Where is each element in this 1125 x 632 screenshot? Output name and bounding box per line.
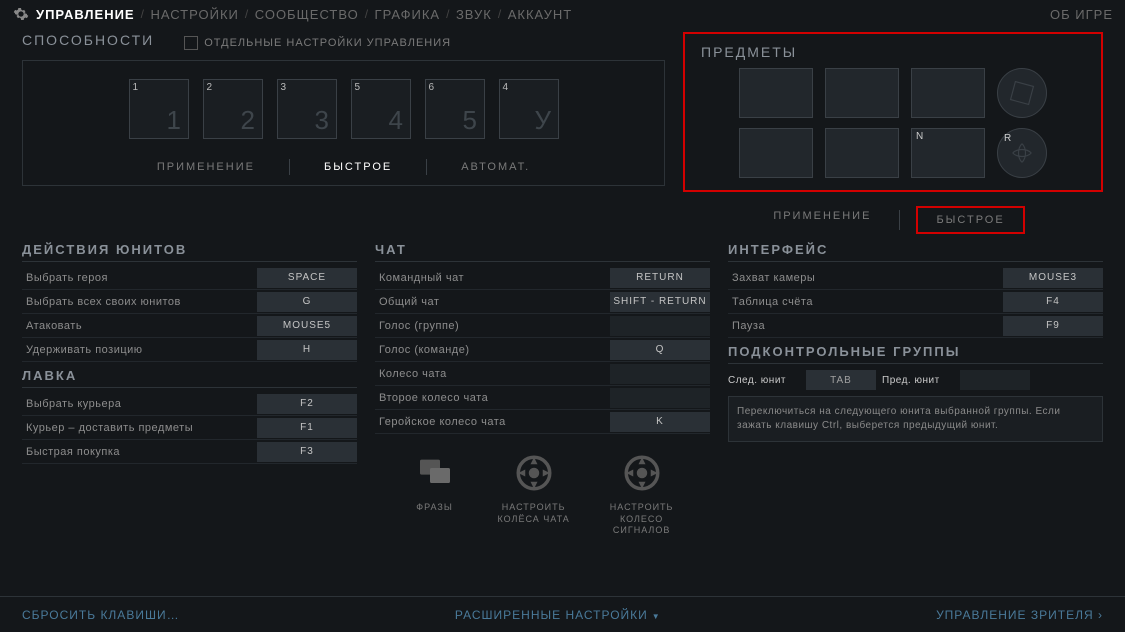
abilities-title: СПОСОБНОСТИ	[22, 32, 154, 48]
nav-tab-account[interactable]: АККАУНТ	[508, 7, 573, 22]
bind-row: Голос (группе)	[375, 314, 710, 338]
keybind-input[interactable]: MOUSE3	[1003, 268, 1103, 288]
ability-mode-quick[interactable]: БЫСТРОЕ	[312, 157, 404, 177]
bind-row: Геройское колесо чатаK	[375, 410, 710, 434]
bind-row: Выбрать герояSPACE	[22, 266, 357, 290]
next-unit-label: След. юнит	[728, 375, 800, 386]
nav-tab-about[interactable]: ОБ ИГРЕ	[1050, 7, 1113, 22]
item-mode-quick[interactable]: БЫСТРОЕ	[916, 206, 1024, 234]
item-slot-3[interactable]	[911, 68, 985, 118]
bind-row: Колесо чата	[375, 362, 710, 386]
control-groups-hint: Переключиться на следующего юнита выбран…	[728, 396, 1103, 442]
item-slot-5[interactable]	[825, 128, 899, 178]
item-slot-4[interactable]	[739, 128, 813, 178]
bind-row: Захват камерыMOUSE3	[728, 266, 1103, 290]
ability-mode-auto[interactable]: АВТОМАТ.	[449, 157, 542, 177]
bind-row: АтаковатьMOUSE5	[22, 314, 357, 338]
nav-tab-sound[interactable]: ЗВУК	[456, 7, 492, 22]
chat-title: ЧАТ	[375, 242, 710, 262]
wheel-icon	[619, 450, 665, 496]
gear-icon[interactable]	[12, 5, 30, 23]
footer: СБРОСИТЬ КЛАВИШИ… РАСШИРЕННЫЕ НАСТРОЙКИ▼…	[0, 596, 1125, 632]
ability-slot-3[interactable]: 33	[277, 79, 337, 139]
ability-slot-5[interactable]: 65	[425, 79, 485, 139]
item-slot-2[interactable]	[825, 68, 899, 118]
item-mode-cast[interactable]: ПРИМЕНЕНИЕ	[761, 206, 883, 234]
bind-row: Удерживать позициюH	[22, 338, 357, 362]
reset-keys-button[interactable]: СБРОСИТЬ КЛАВИШИ…	[22, 608, 180, 622]
nav-tab-community[interactable]: СООБЩЕСТВО	[255, 7, 359, 22]
keybind-input[interactable]: MOUSE5	[257, 316, 357, 336]
items-title: ПРЕДМЕТЫ	[701, 44, 1085, 60]
keybind-input[interactable]	[610, 316, 710, 336]
bind-row: Командный чатRETURN	[375, 266, 710, 290]
ability-slot-6[interactable]: 4У	[499, 79, 559, 139]
separate-controls-checkbox[interactable]: ОТДЕЛЬНЫЕ НАСТРОЙКИ УПРАВЛЕНИЯ	[184, 36, 451, 50]
phrases-button[interactable]: ФРАЗЫ	[412, 450, 458, 537]
control-groups-title: ПОДКОНТРОЛЬНЫЕ ГРУППЫ	[728, 344, 1103, 364]
nav-tab-controls[interactable]: УПРАВЛЕНИЕ	[36, 7, 135, 22]
chevron-right-icon: ›	[1098, 608, 1103, 622]
item-slot-neutral[interactable]: R	[997, 128, 1047, 178]
bind-row: Общий чатSHIFT - RETURN	[375, 290, 710, 314]
bind-row: Быстрая покупкаF3	[22, 440, 357, 464]
item-slot-6[interactable]: N	[911, 128, 985, 178]
keybind-input[interactable]: F9	[1003, 316, 1103, 336]
chevron-down-icon: ▼	[652, 612, 661, 621]
unit-actions-title: ДЕЙСТВИЯ ЮНИТОВ	[22, 242, 357, 262]
abilities-panel: 11 22 33 54 65 4У ПРИМЕНЕНИЕ БЫСТРОЕ АВТ…	[22, 60, 665, 186]
signal-wheel-button[interactable]: НАСТРОИТЬ КОЛЕСО СИГНАЛОВ	[610, 450, 674, 537]
bind-row: ПаузаF9	[728, 314, 1103, 338]
bind-row: Голос (команде)Q	[375, 338, 710, 362]
top-nav: УПРАВЛЕНИЕ / НАСТРОЙКИ / СООБЩЕСТВО / ГР…	[0, 0, 1125, 28]
nav-tab-settings[interactable]: НАСТРОЙКИ	[150, 7, 238, 22]
bind-row: Курьер – доставить предметыF1	[22, 416, 357, 440]
bind-row: Выбрать всех своих юнитовG	[22, 290, 357, 314]
keybind-input[interactable]: F4	[1003, 292, 1103, 312]
items-panel: ПРЕДМЕТЫ N R	[683, 32, 1103, 192]
keybind-input[interactable]: K	[610, 412, 710, 432]
ability-slot-2[interactable]: 22	[203, 79, 263, 139]
wheel-icon	[511, 450, 557, 496]
advanced-settings-button[interactable]: РАСШИРЕННЫЕ НАСТРОЙКИ▼	[455, 608, 661, 622]
spectator-controls-button[interactable]: УПРАВЛЕНИЕ ЗРИТЕЛЯ ›	[936, 608, 1103, 622]
prev-unit-label: Пред. юнит	[882, 375, 954, 386]
shop-title: ЛАВКА	[22, 368, 357, 388]
keybind-input[interactable]	[960, 370, 1030, 390]
keybind-input[interactable]: SPACE	[257, 268, 357, 288]
bind-row: Второе колесо чата	[375, 386, 710, 410]
keybind-input[interactable]: TAB	[806, 370, 876, 390]
chat-bubbles-icon	[412, 450, 458, 496]
ability-mode-cast[interactable]: ПРИМЕНЕНИЕ	[145, 157, 267, 177]
keybind-input[interactable]: RETURN	[610, 268, 710, 288]
nav-tab-graphics[interactable]: ГРАФИКА	[375, 7, 441, 22]
keybind-input[interactable]: F3	[257, 442, 357, 462]
checkbox-icon	[184, 36, 198, 50]
keybind-input[interactable]	[610, 388, 710, 408]
bind-row: Выбрать курьераF2	[22, 392, 357, 416]
item-slot-1[interactable]	[739, 68, 813, 118]
keybind-input[interactable]: SHIFT - RETURN	[610, 292, 710, 312]
item-slot-tp[interactable]	[997, 68, 1047, 118]
keybind-input[interactable]	[610, 364, 710, 384]
ability-slot-1[interactable]: 11	[129, 79, 189, 139]
ability-slot-4[interactable]: 54	[351, 79, 411, 139]
keybind-input[interactable]: F1	[257, 418, 357, 438]
keybind-input[interactable]: Q	[610, 340, 710, 360]
interface-title: ИНТЕРФЕЙС	[728, 242, 1103, 262]
keybind-input[interactable]: H	[257, 340, 357, 360]
bind-row: Таблица счётаF4	[728, 290, 1103, 314]
keybind-input[interactable]: G	[257, 292, 357, 312]
chat-wheel-button[interactable]: НАСТРОИТЬ КОЛЁСА ЧАТА	[498, 450, 570, 537]
keybind-input[interactable]: F2	[257, 394, 357, 414]
